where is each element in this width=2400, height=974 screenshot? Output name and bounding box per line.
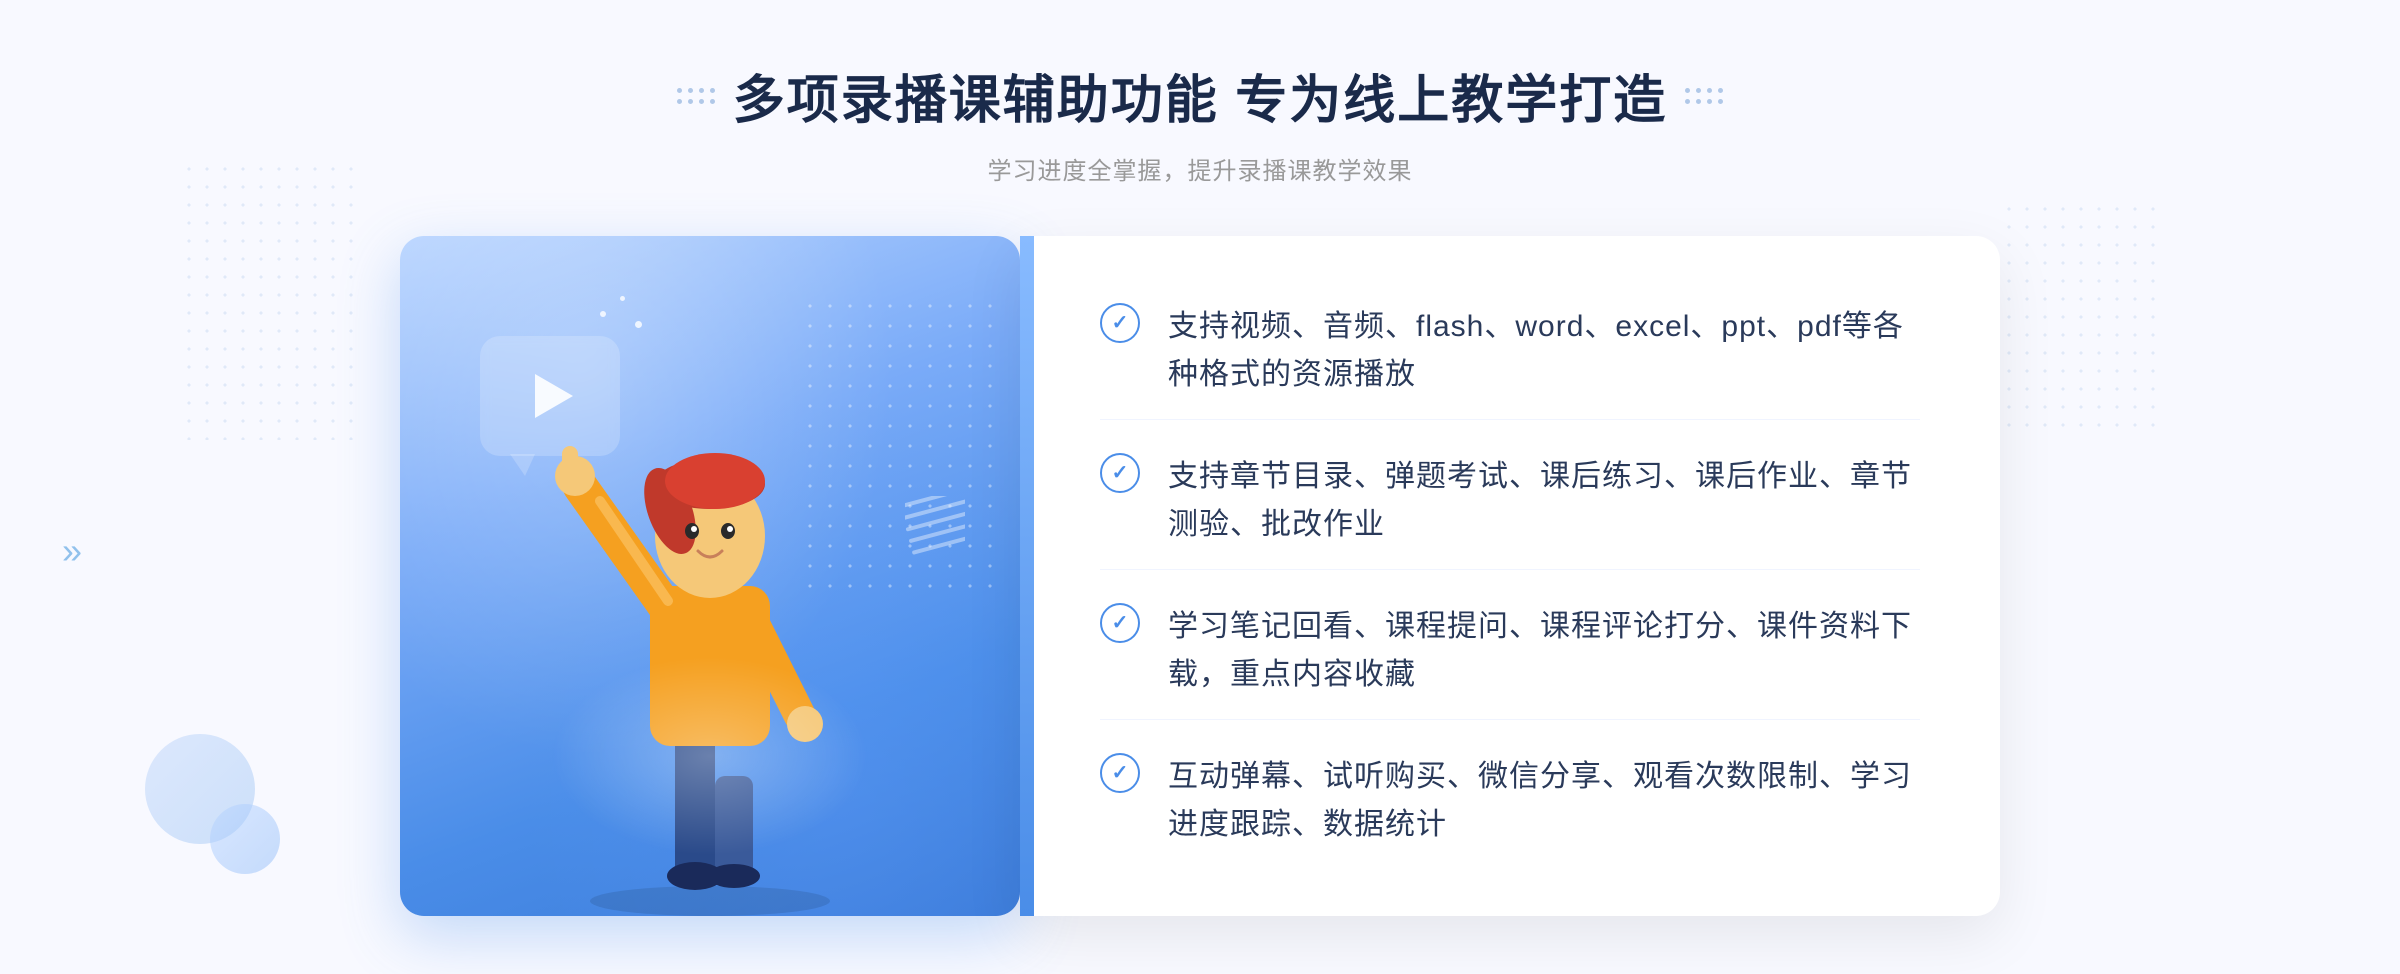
feature-item-2: ✓ 支持章节目录、弹题考试、课后练习、课后作业、章节测验、批改作业: [1100, 433, 1920, 570]
check-circle-4: ✓: [1100, 753, 1140, 793]
dot: [699, 88, 704, 93]
dot: [1696, 88, 1701, 93]
check-icon-4: ✓: [1112, 763, 1129, 783]
page-container: » 多项录播课辅助功能 专为线上教学打造: [0, 0, 2400, 974]
title-dot-grid-right: [1685, 88, 1723, 104]
feature-text-3: 学习笔记回看、课程提问、课程评论打分、课件资料下载，重点内容收藏: [1168, 603, 1920, 699]
feature-item-3: ✓ 学习笔记回看、课程提问、课程评论打分、课件资料下载，重点内容收藏: [1100, 583, 1920, 720]
title-section: 多项录播课辅助功能 专为线上教学打造 学习进度全掌握，提升录播课教学效果: [677, 58, 1723, 186]
feature-text-4: 互动弹幕、试听购买、微信分享、观看次数限制、学习进度跟踪、数据统计: [1168, 753, 1920, 849]
dot: [1707, 88, 1712, 93]
feature-text-2: 支持章节目录、弹题考试、课后练习、课后作业、章节测验、批改作业: [1168, 453, 1920, 549]
sparkle-dot: [635, 321, 642, 328]
chevron-left-icon: »: [62, 530, 82, 572]
features-panel: ✓ 支持视频、音频、flash、word、excel、ppt、pdf等各种格式的…: [1020, 236, 2000, 916]
check-icon-2: ✓: [1112, 463, 1129, 483]
deco-circle-small: [210, 804, 280, 874]
illustration-card: [400, 236, 1020, 916]
dot: [677, 99, 682, 104]
title-decorators: 多项录播课辅助功能 专为线上教学打造: [677, 58, 1723, 133]
bg-dots-left: [180, 160, 360, 440]
dot: [710, 99, 715, 104]
dot: [1685, 88, 1690, 93]
dot: [710, 88, 715, 93]
dot: [688, 99, 693, 104]
sparkle-dot: [600, 311, 606, 317]
dot: [688, 88, 693, 93]
check-icon-3: ✓: [1112, 613, 1129, 633]
feature-item-4: ✓ 互动弹幕、试听购买、微信分享、观看次数限制、学习进度跟踪、数据统计: [1100, 733, 1920, 869]
subtitle: 学习进度全掌握，提升录播课教学效果: [677, 151, 1723, 186]
title-dot-grid-left: [677, 88, 715, 104]
dot: [699, 99, 704, 104]
check-circle-3: ✓: [1100, 603, 1140, 643]
glow-circle: [550, 656, 870, 856]
check-circle-2: ✓: [1100, 453, 1140, 493]
stripe-decoration: [905, 496, 965, 576]
dot: [1707, 99, 1712, 104]
dot: [1685, 99, 1690, 104]
dot: [1696, 99, 1701, 104]
dot: [677, 88, 682, 93]
features-panel-wrapper: ✓ 支持视频、音频、flash、word、excel、ppt、pdf等各种格式的…: [1020, 236, 2000, 916]
main-title: 多项录播课辅助功能 专为线上教学打造: [733, 58, 1667, 133]
feature-text-1: 支持视频、音频、flash、word、excel、ppt、pdf等各种格式的资源…: [1168, 303, 1920, 399]
check-circle-1: ✓: [1100, 303, 1140, 343]
check-icon-1: ✓: [1112, 313, 1129, 333]
features-left-bar: [1020, 236, 1034, 916]
content-area: ✓ 支持视频、音频、flash、word、excel、ppt、pdf等各种格式的…: [400, 236, 2000, 916]
stripe-lines: [905, 496, 965, 555]
bg-dots-right: [2000, 200, 2160, 440]
feature-item-1: ✓ 支持视频、音频、flash、word、excel、ppt、pdf等各种格式的…: [1100, 283, 1920, 420]
dot: [1718, 99, 1723, 104]
sparkle-dot: [620, 296, 625, 301]
dot: [1718, 88, 1723, 93]
